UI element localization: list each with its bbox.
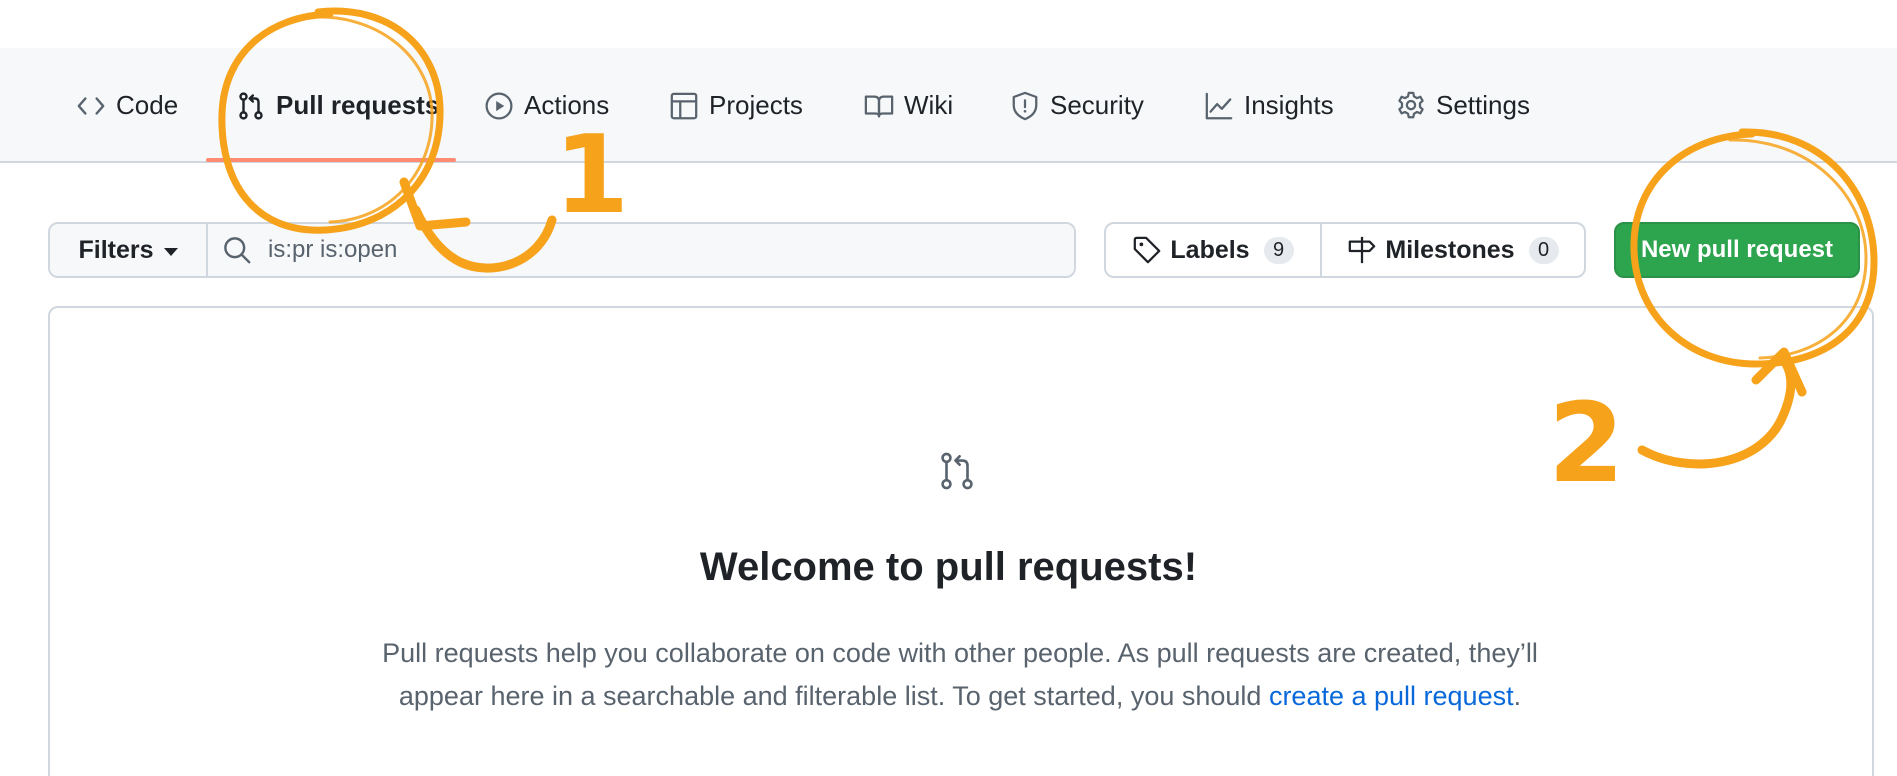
github-pull-requests-page: Code Pull requests Actions Projects Wiki…	[0, 0, 1897, 776]
milestones-count-badge: 0	[1528, 236, 1559, 264]
gear-icon	[1398, 91, 1424, 118]
book-icon	[864, 95, 894, 117]
milestones-button[interactable]: Milestones 0	[1322, 224, 1584, 276]
git-pull-request-icon	[239, 91, 263, 120]
blankslate-text-after: .	[1513, 681, 1522, 711]
tab-insights-label: Insights	[1244, 90, 1334, 120]
tab-settings[interactable]: Settings	[1396, 48, 1530, 163]
tab-wiki-label: Wiki	[904, 90, 954, 120]
tag-icon	[1134, 236, 1161, 264]
create-pull-request-link[interactable]: create a pull request	[1269, 681, 1514, 711]
tab-projects-label: Projects	[709, 90, 803, 120]
blankslate-text: Pull requests help you collaborate on co…	[360, 632, 1560, 718]
repo-nav: Code Pull requests Actions Projects Wiki…	[0, 48, 1897, 163]
filters-button[interactable]: Filters	[50, 224, 208, 276]
labels-milestones-group: Labels 9 Milestones 0	[1104, 222, 1586, 278]
tab-wiki[interactable]: Wiki	[864, 48, 953, 163]
tab-code-label: Code	[116, 90, 179, 120]
active-tab-underline	[206, 158, 456, 162]
shield-icon	[1012, 91, 1038, 120]
play-icon	[485, 92, 513, 119]
search-field[interactable]	[208, 224, 1074, 276]
milestones-label: Milestones	[1385, 235, 1515, 264]
blankslate-title: Welcome to pull requests!	[699, 545, 1198, 589]
annotation-step-1: 1	[554, 113, 630, 238]
tab-pull-requests[interactable]: Pull requests	[236, 48, 439, 163]
labels-button[interactable]: Labels 9	[1106, 224, 1322, 276]
search-icon	[224, 237, 251, 264]
code-icon	[77, 96, 105, 115]
new-pull-request-button[interactable]: New pull request	[1614, 222, 1860, 278]
labels-count-badge: 9	[1263, 236, 1294, 264]
tab-security-label: Security	[1050, 90, 1144, 120]
search-input[interactable]	[266, 235, 870, 265]
graph-icon	[1205, 92, 1233, 119]
table-icon	[670, 92, 698, 119]
annotation-step-2: 2	[1548, 379, 1625, 507]
git-pull-request-icon	[941, 452, 973, 490]
tab-security[interactable]: Security	[1010, 48, 1144, 163]
caret-down-icon	[163, 247, 178, 256]
tab-pull-requests-label: Pull requests	[276, 90, 440, 120]
filters-label: Filters	[78, 235, 154, 264]
tab-code[interactable]: Code	[76, 48, 178, 163]
tab-settings-label: Settings	[1436, 90, 1530, 120]
tab-projects[interactable]: Projects	[669, 48, 803, 163]
tab-insights[interactable]: Insights	[1204, 48, 1334, 163]
milestone-icon	[1349, 236, 1376, 264]
labels-label: Labels	[1170, 235, 1250, 264]
